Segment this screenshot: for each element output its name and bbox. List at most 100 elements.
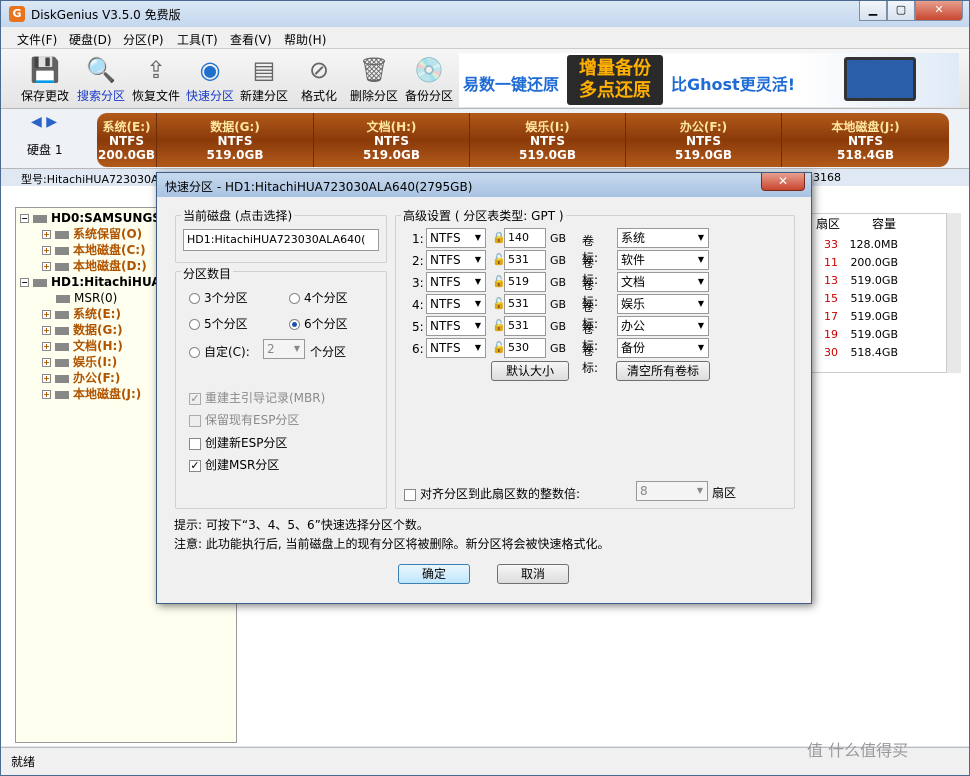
dialog-close-button[interactable]: ✕ [761,173,805,191]
radio-4-partitions[interactable]: 4个分区 [289,289,348,306]
clear-all-labels-button[interactable]: 清空所有卷标 [616,361,710,381]
tree-partition[interactable]: + 娱乐(I:) [42,354,117,370]
checkbox-label: 保留现有ESP分区 [205,413,300,427]
expand-icon[interactable]: + [42,326,51,335]
menu-disk[interactable]: 硬盘(D) [69,31,112,48]
expand-icon[interactable]: + [42,230,51,239]
radio-6-partitions[interactable]: 6个分区 [289,315,348,332]
tree-partition[interactable]: + 系统(E:) [42,306,121,322]
chevron-down-icon: ▼ [697,233,705,242]
volume-label-select[interactable]: 办公 ▼ [617,316,709,336]
expand-icon[interactable]: + [42,374,51,383]
collapse-icon[interactable]: − [20,214,29,223]
tree-partition[interactable]: + 文档(H:) [42,338,123,354]
expand-icon[interactable]: + [42,358,51,367]
create-esp-checkbox[interactable]: 创建新ESP分区 [189,434,287,451]
tree-disk-hd1[interactable]: − HD1:HitachiHUA [20,274,161,290]
new-partition-button[interactable]: ▤ 新建分区 [236,53,292,107]
radio-circle [189,347,200,358]
maximize-button[interactable]: ▢ [887,1,915,21]
partition-block-e[interactable]: 系统(E:) NTFS 200.0GB [97,113,157,167]
quick-partition-icon: ◉ [199,56,221,84]
fs-select[interactable]: NTFS ▼ [426,338,486,358]
table-row[interactable]: 17 519.0GB [808,308,948,326]
backup-partition-button[interactable]: 💿 备份分区 [401,53,457,107]
search-partition-button[interactable]: 🔍 搜索分区 [73,53,129,107]
partition-block-h[interactable]: 文档(H:) NTFS 519.0GB [314,113,470,167]
col-sector-header[interactable]: 扇区 [816,214,840,234]
tree-partition[interactable]: + 系统保留(O) [42,226,142,242]
custom-count-select[interactable]: 2 ▼ [263,339,305,359]
table-row[interactable]: 13 519.0GB [808,272,948,290]
table-row[interactable]: 33 128.0MB [808,236,948,254]
title-bar: G DiskGenius V3.5.0 免费版 ▁ ▢ ✕ [1,1,969,27]
menu-file[interactable]: 文件(F) [17,31,57,48]
tree-partition[interactable]: + 本地磁盘(D:) [42,258,147,274]
expand-icon[interactable]: + [42,310,51,319]
disk-nav-arrows-icon[interactable]: ◀ ▶ [31,114,57,130]
create-msr-checkbox[interactable]: ✓ 创建MSR分区 [189,456,279,473]
expand-icon[interactable]: + [42,342,51,351]
col-capacity-header[interactable]: 容量 [872,214,896,234]
volume-label-select[interactable]: 备份 ▼ [617,338,709,358]
select-value: 系统 [621,231,646,245]
tree-partition[interactable]: + 办公(F:) [42,370,120,386]
expand-icon[interactable]: + [42,390,51,399]
format-button[interactable]: ⊘ 格式化 [291,53,347,107]
cancel-button[interactable]: 取消 [497,564,569,584]
size-input[interactable]: 140 [504,228,546,248]
size-input[interactable]: 531 [504,294,546,314]
current-disk-selector[interactable]: HD1:HitachiHUA723030ALA640( [183,229,379,251]
size-input[interactable]: 531 [504,316,546,336]
size-input[interactable]: 530 [504,338,546,358]
collapse-icon[interactable]: − [20,278,29,287]
fs-select[interactable]: NTFS ▼ [426,272,486,292]
close-button[interactable]: ✕ [915,1,963,21]
default-size-button[interactable]: 默认大小 [491,361,569,381]
tree-partition-msr[interactable]: MSR(0) [56,290,117,306]
rebuild-mbr-checkbox[interactable]: ✓ 重建主引导记录(MBR) [189,389,325,406]
size-input[interactable]: 519 [504,272,546,292]
menu-partition[interactable]: 分区(P) [123,31,164,48]
volume-label-select[interactable]: 娱乐 ▼ [617,294,709,314]
table-row[interactable]: 30 518.4GB [808,344,948,362]
menu-help[interactable]: 帮助(H) [284,31,326,48]
volume-label-select[interactable]: 软件 ▼ [617,250,709,270]
ok-button[interactable]: 确定 [398,564,470,584]
keep-esp-checkbox[interactable]: 保留现有ESP分区 [189,411,299,428]
radio-5-partitions[interactable]: 5个分区 [189,315,248,332]
save-changes-button[interactable]: 💾 保存更改 [17,53,73,107]
ad-banner[interactable]: 易数一键还原 增量备份 多点还原 比Ghost更灵活! [459,53,959,107]
volume-label-select[interactable]: 文档 ▼ [617,272,709,292]
fs-select[interactable]: NTFS ▼ [426,316,486,336]
tree-partition[interactable]: + 本地磁盘(J:) [42,386,141,402]
menu-view[interactable]: 查看(V) [230,31,272,48]
volume-label-select[interactable]: 系统 ▼ [617,228,709,248]
table-row[interactable]: 15 519.0GB [808,290,948,308]
partition-block-g[interactable]: 数据(G:) NTFS 519.0GB [157,113,314,167]
fs-select[interactable]: NTFS ▼ [426,250,486,270]
minimize-button[interactable]: ▁ [859,1,887,21]
menu-tools[interactable]: 工具(T) [177,31,218,48]
partition-block-f[interactable]: 办公(F:) NTFS 519.0GB [626,113,782,167]
align-partitions-checkbox[interactable]: 对齐分区到此扇区数的整数倍: [404,485,580,502]
partition-fs: NTFS [685,134,722,148]
table-row[interactable]: 11 200.0GB [808,254,948,272]
recover-files-button[interactable]: ⇪ 恢复文件 [128,53,184,107]
partition-block-i[interactable]: 娱乐(I:) NTFS 519.0GB [470,113,626,167]
fs-select[interactable]: NTFS ▼ [426,228,486,248]
table-row[interactable]: 19 519.0GB [808,326,948,344]
align-sectors-select[interactable]: 8 ▼ [636,481,708,501]
tree-partition[interactable]: + 本地磁盘(C:) [42,242,146,258]
radio-custom[interactable]: 自定(C): [189,343,250,360]
fs-select[interactable]: NTFS ▼ [426,294,486,314]
expand-icon[interactable]: + [42,246,51,255]
vertical-scrollbar[interactable] [947,213,961,373]
expand-icon[interactable]: + [42,262,51,271]
partition-block-j[interactable]: 本地磁盘(J:) NTFS 518.4GB [782,113,949,167]
radio-3-partitions[interactable]: 3个分区 [189,289,248,306]
size-input[interactable]: 531 [504,250,546,270]
tree-partition[interactable]: + 数据(G:) [42,322,123,338]
delete-partition-button[interactable]: 🗑 删除分区 [346,53,402,107]
quick-partition-button[interactable]: ◉ 快速分区 [182,53,238,107]
